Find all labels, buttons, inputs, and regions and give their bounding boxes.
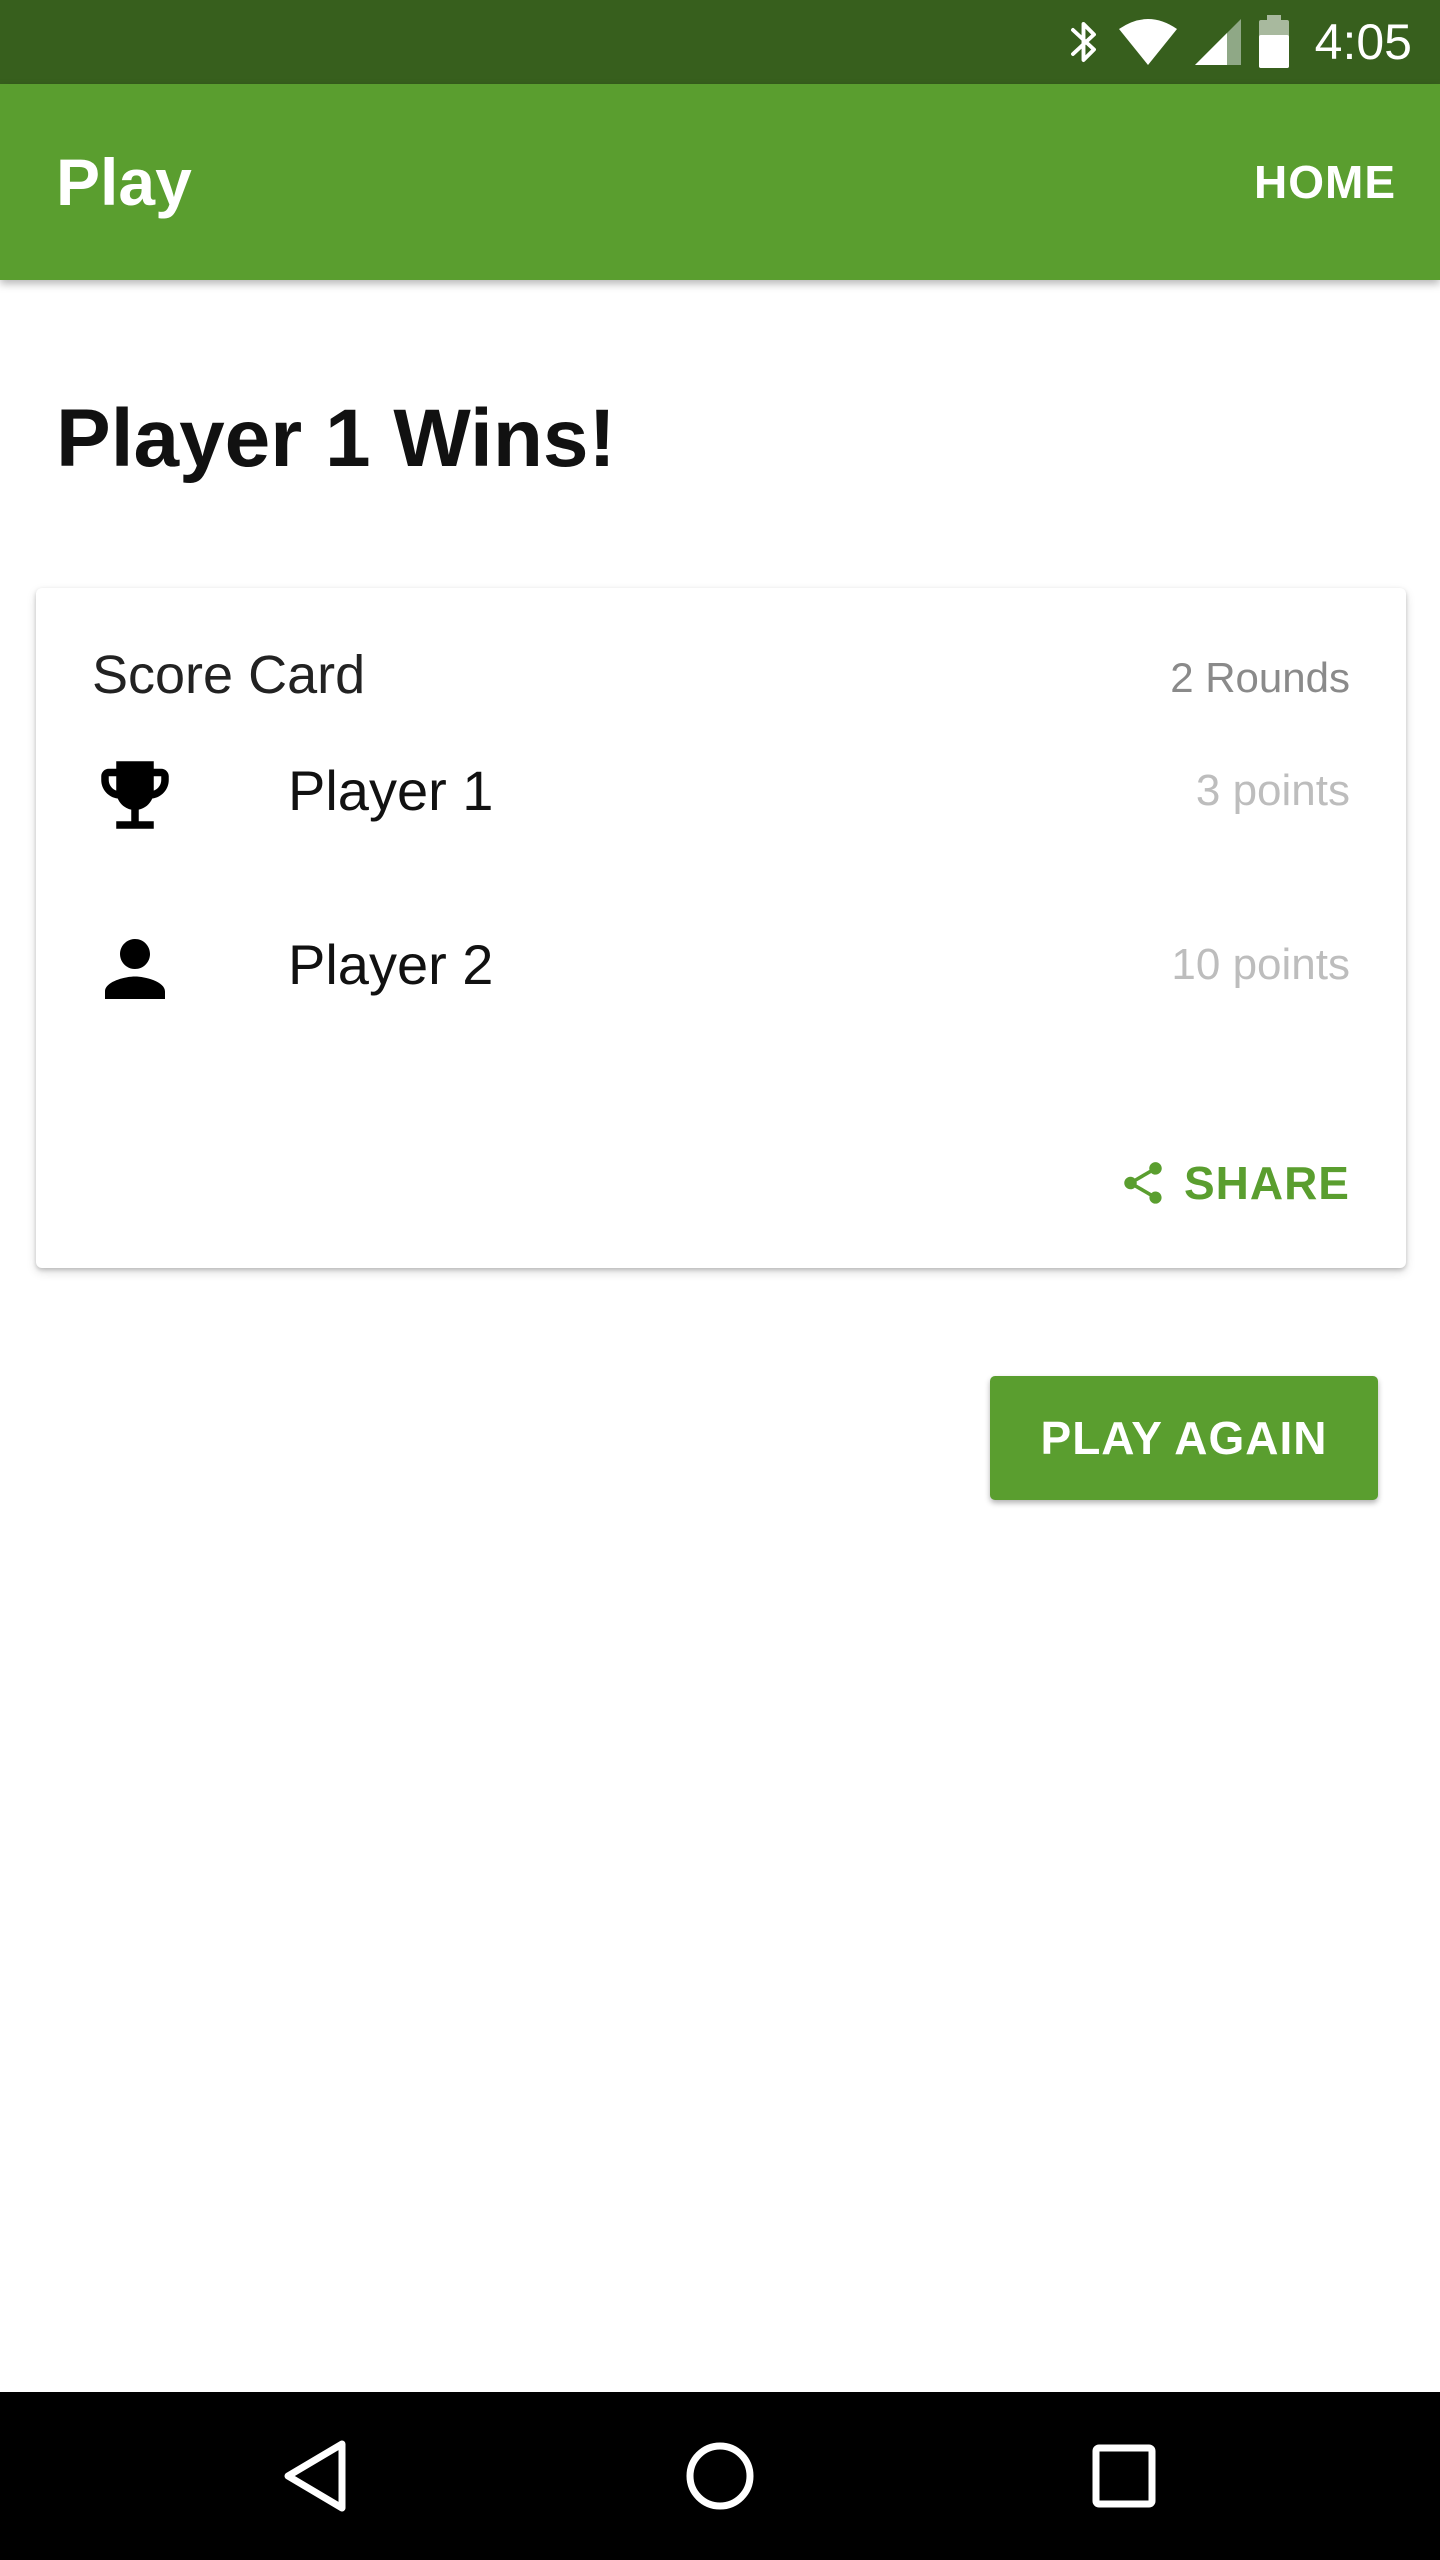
- home-circle-icon[interactable]: [670, 2426, 770, 2526]
- back-icon[interactable]: [266, 2426, 366, 2526]
- bluetooth-icon: [1070, 22, 1096, 62]
- player-name: Player 1: [288, 759, 494, 822]
- share-icon: [1124, 1162, 1162, 1204]
- trophy-icon: [101, 761, 169, 829]
- share-button[interactable]: SHARE: [1118, 1148, 1350, 1218]
- player-row: Player 1 3 points: [36, 726, 1406, 856]
- app-bar-title: Play: [56, 145, 192, 219]
- recents-icon[interactable]: [1074, 2426, 1174, 2526]
- winner-heading: Player 1 Wins!: [56, 393, 616, 484]
- play-again-button[interactable]: PLAY AGAIN: [990, 1376, 1378, 1500]
- player-points: 10 points: [1171, 940, 1350, 989]
- player-row: Player 2 10 points: [36, 900, 1406, 1030]
- app-bar: Play HOME: [0, 84, 1440, 280]
- person-icon: [105, 939, 165, 999]
- status-icons: 4:05: [1067, 0, 1412, 84]
- score-card-title: Score Card: [92, 645, 366, 705]
- player-points: 3 points: [1195, 766, 1350, 815]
- screen: 4:05 Play HOME Player 1 Wins! Score Card…: [0, 0, 1440, 2560]
- cell-signal-icon: [1194, 19, 1241, 65]
- player-name: Player 2: [288, 933, 494, 996]
- rounds-count: 2 Rounds: [1170, 654, 1350, 701]
- share-label: SHARE: [1183, 1157, 1350, 1209]
- navigation-bar: [0, 2392, 1440, 2560]
- status-bar: 4:05: [0, 0, 1440, 84]
- score-card: Score Card 2 Rounds Player 1 3 points Pl…: [36, 588, 1406, 1268]
- status-time: 4:05: [1314, 14, 1412, 70]
- wifi-icon: [1118, 19, 1177, 65]
- battery-icon: [1258, 15, 1289, 68]
- home-button[interactable]: HOME: [1244, 84, 1406, 280]
